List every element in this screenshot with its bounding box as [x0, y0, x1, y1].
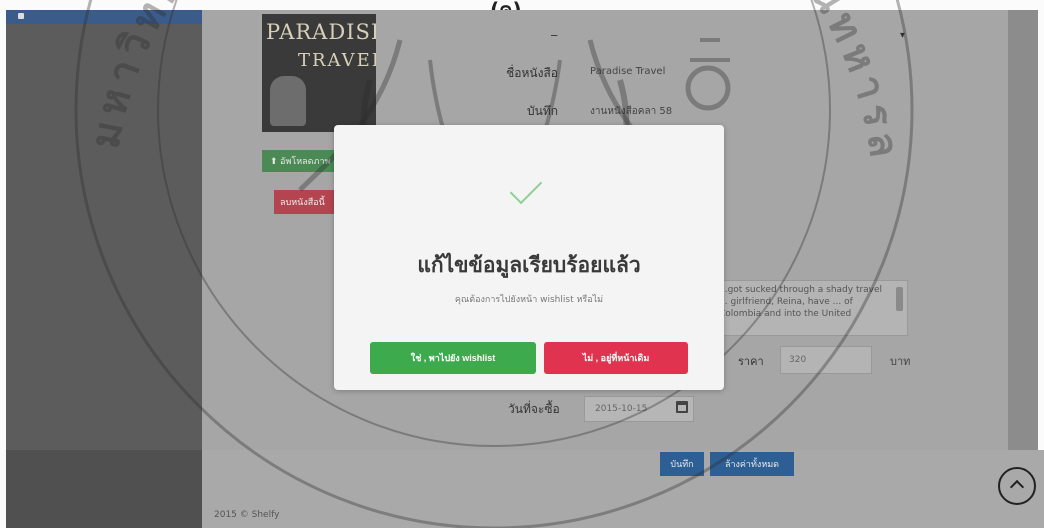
- menu-icon[interactable]: [18, 13, 24, 19]
- sidebar: [6, 24, 202, 450]
- screenshot: (ค) 2015 © Shelfy PARADISE TRAVEL ⬆ อัพโ…: [0, 0, 1044, 528]
- dialog-title: แก้ไขข้อมูลเรียบร้อยแล้ว: [417, 253, 641, 277]
- note-label: บันทึก: [527, 104, 558, 118]
- price-unit: บาท: [890, 355, 911, 368]
- calendar-icon[interactable]: [676, 401, 688, 413]
- purchase-date-label: วันที่จะซื้อ: [508, 402, 560, 416]
- cover-title-line1: PARADISE: [266, 20, 376, 44]
- upload-image-button[interactable]: ⬆ อัพโหลดภาพ: [262, 150, 342, 172]
- textarea-scrollbar[interactable]: [896, 287, 903, 311]
- title-value[interactable]: Paradise Travel: [590, 66, 665, 77]
- cover-figure: [270, 76, 306, 126]
- upload-image-label: อัพโหลดภาพ: [280, 156, 331, 166]
- dialog-message: คุณต้องการไปยังหน้า wishlist หรือไม่: [454, 295, 604, 305]
- price-input[interactable]: 320: [780, 346, 872, 374]
- upload-icon: ⬆: [270, 156, 281, 166]
- checkmark-icon: [509, 171, 543, 205]
- field-label-top: ‒: [550, 28, 558, 42]
- cover-title-line2: TRAVEL: [298, 50, 376, 71]
- scroll-to-top-button[interactable]: [998, 467, 1036, 505]
- note-value[interactable]: งานหนังสือคลา 58: [590, 104, 672, 119]
- description-textarea[interactable]: ...got sucked through a shady travel ...…: [708, 280, 908, 336]
- book-cover-image: PARADISE TRAVEL: [262, 14, 376, 132]
- chevron-down-icon[interactable]: ▾: [900, 30, 905, 41]
- go-to-wishlist-button[interactable]: ใช่ , พาไปยัง wishlist: [370, 342, 536, 374]
- price-label: ราคา: [738, 355, 764, 368]
- sidebar-bottom: [6, 450, 202, 528]
- chevron-up-icon: [1009, 479, 1025, 495]
- title-label: ชื่อหนังสือ: [506, 66, 558, 80]
- footer-copyright: 2015 © Shelfy: [214, 510, 280, 520]
- stay-on-page-button[interactable]: ไม่ , อยู่ที่หน้าเดิม: [544, 342, 688, 374]
- footer: [202, 450, 1044, 528]
- page-scrollbar[interactable]: [1008, 10, 1038, 450]
- save-button[interactable]: บันทึก: [660, 452, 704, 476]
- clear-all-button[interactable]: ล้างค่าทั้งหมด: [710, 452, 794, 476]
- success-dialog: แก้ไขข้อมูลเรียบร้อยแล้ว คุณต้องการไปยัง…: [334, 125, 724, 390]
- description-text: ...got sucked through a shady travel ...…: [719, 285, 883, 319]
- top-bar: [6, 10, 202, 24]
